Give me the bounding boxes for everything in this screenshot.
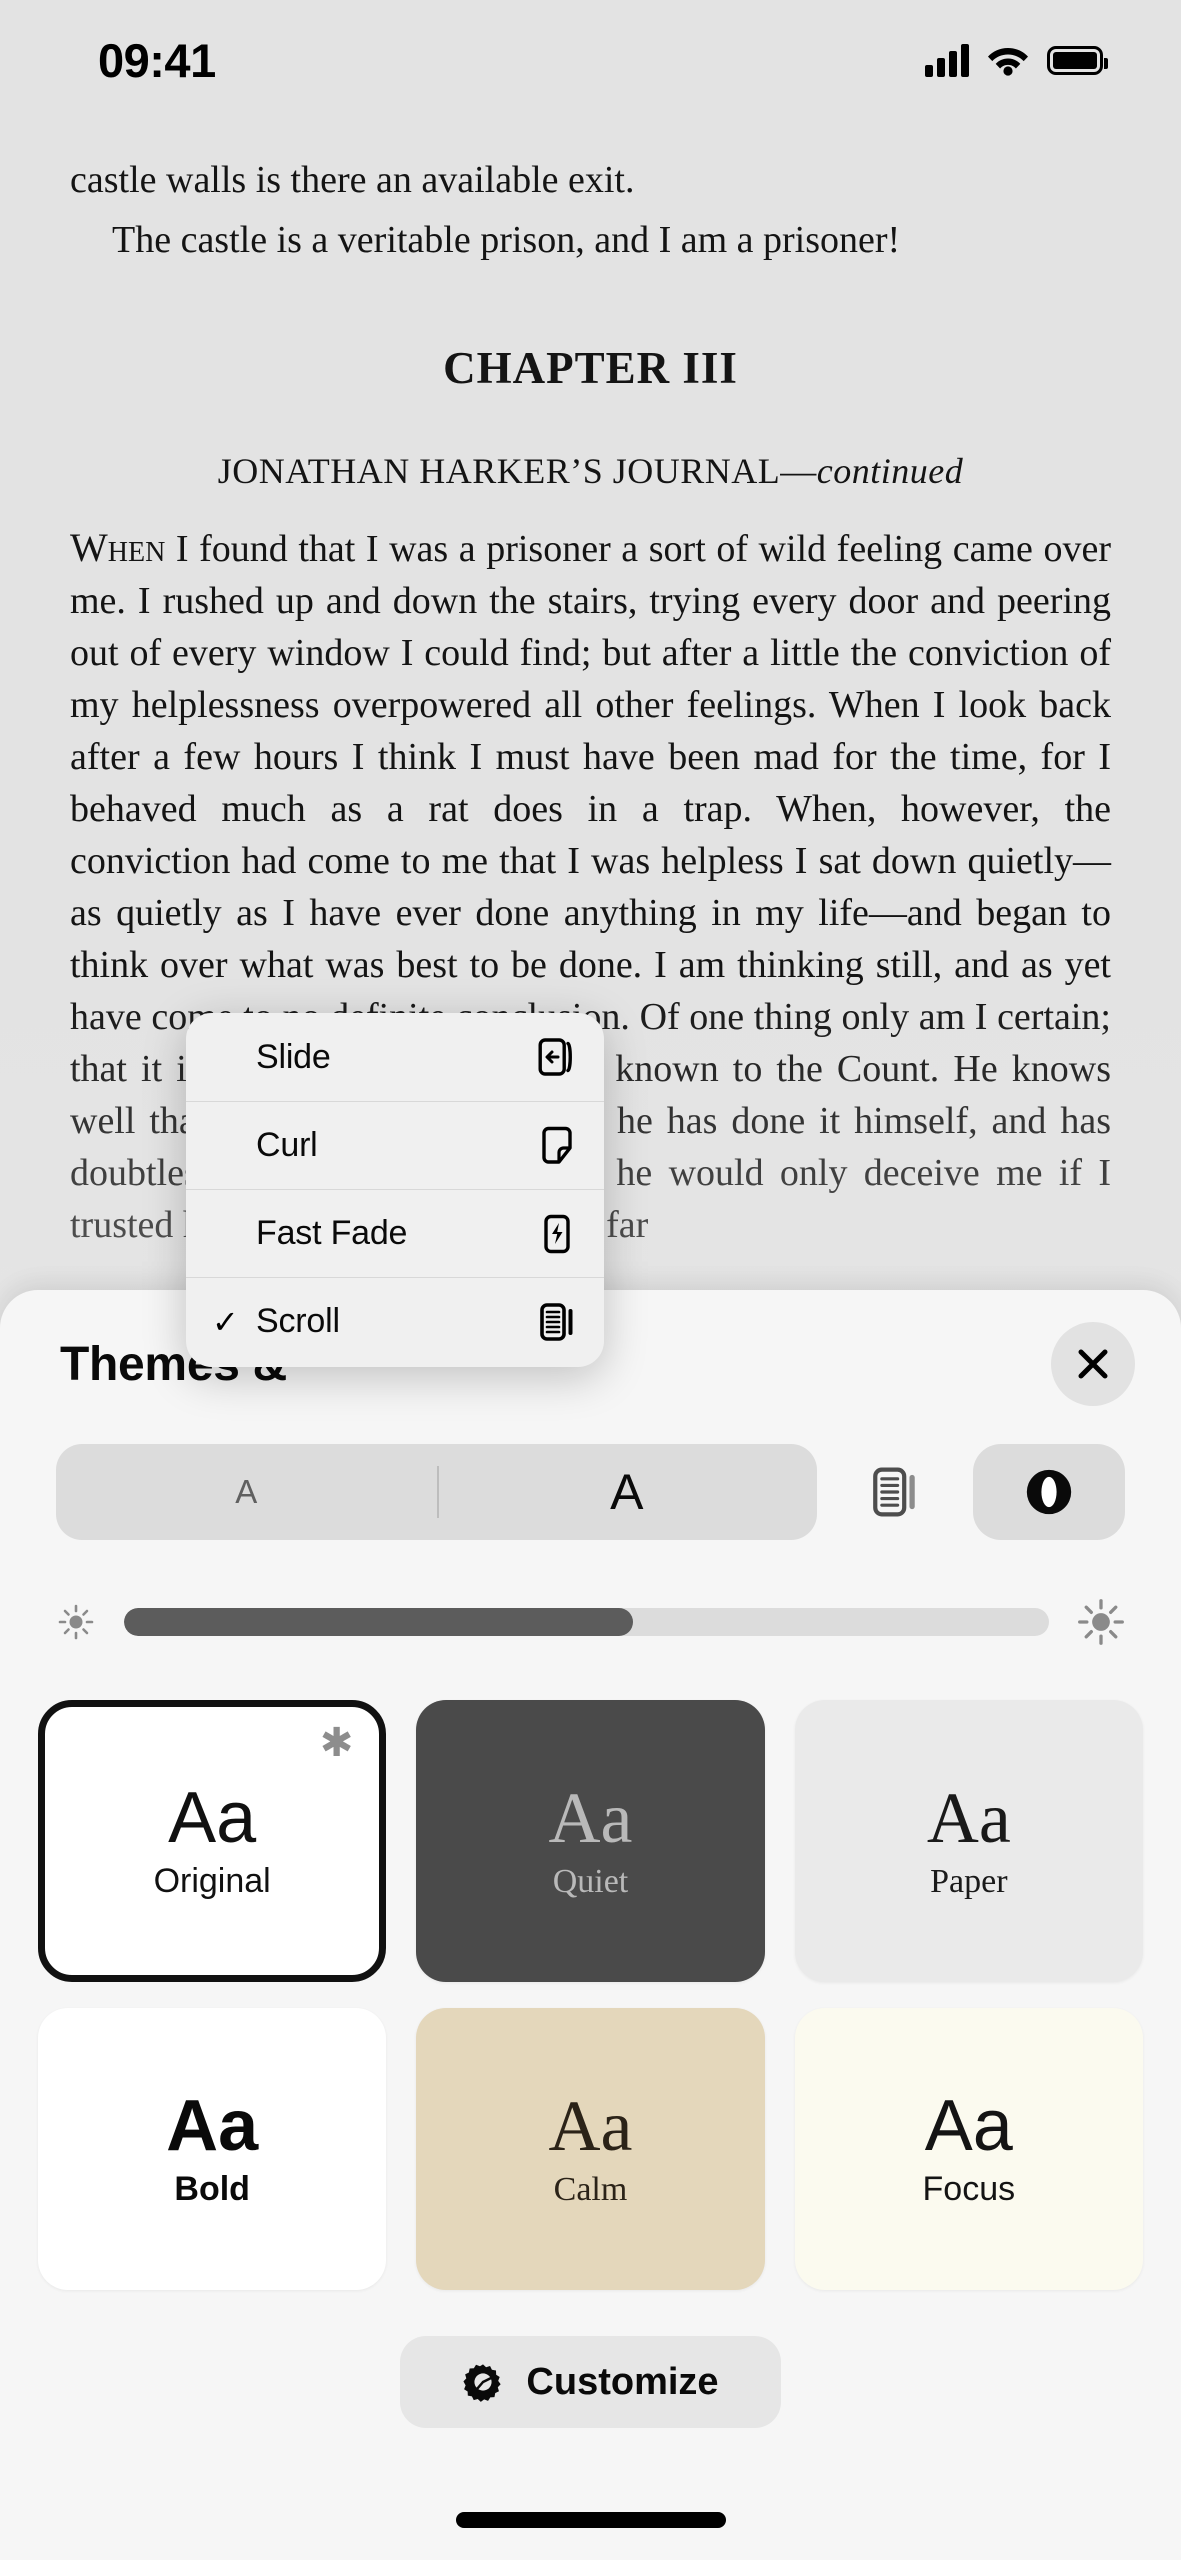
journal-subheading-main: JONATHAN HARKER’S JOURNAL— [217, 451, 817, 491]
theme-card-paper[interactable]: Aa Paper [794, 1700, 1143, 1982]
reader-controls-row: A A [0, 1444, 1181, 1540]
theme-name-label: Focus [922, 2170, 1016, 2209]
menu-item-slide[interactable]: Slide [186, 1013, 604, 1101]
themes-settings-sheet: Themes & A A ✱ Aa Original Aa Quiet Aa P… [0, 1290, 1181, 2560]
signal-bars-icon [925, 43, 969, 77]
menu-item-curl-label: Curl [256, 1126, 318, 1164]
contrast-icon [1026, 1469, 1072, 1515]
contrast-button[interactable] [973, 1444, 1125, 1540]
menu-item-curl-left: Curl [212, 1126, 318, 1165]
journal-subheading-continued: continued [816, 451, 964, 491]
theme-preview-aa: Aa [548, 1778, 633, 1859]
gear-icon [463, 2364, 502, 2402]
theme-card-original[interactable]: ✱ Aa Original [38, 1700, 387, 1982]
customize-row: Customize [0, 2336, 1181, 2428]
theme-card-quiet[interactable]: Aa Quiet [416, 1700, 765, 1982]
home-indicator[interactable] [455, 2512, 726, 2528]
font-size-increase-button[interactable]: A [437, 1444, 818, 1540]
menu-item-fast-fade-label: Fast Fade [256, 1214, 408, 1252]
theme-name-label: Bold [174, 2170, 250, 2209]
book-line-paragraph: The castle is a veritable prison, and I … [112, 219, 901, 261]
page-layout-button[interactable] [839, 1444, 951, 1540]
menu-item-fast-fade-left: Fast Fade [212, 1214, 407, 1253]
sun-large-icon [1078, 1599, 1124, 1645]
scroll-layout-icon [873, 1467, 915, 1517]
book-line-continuation: castle walls is there an available exit. [70, 159, 635, 201]
menu-item-curl[interactable]: Curl [186, 1101, 604, 1189]
customize-button[interactable]: Customize [400, 2336, 781, 2428]
theme-card-bold[interactable]: Aa Bold [38, 2008, 387, 2290]
chapter-heading: CHAPTER III [443, 343, 738, 393]
theme-badge-icon: ✱ [319, 1721, 354, 1765]
paragraph-opening-word: When [70, 525, 166, 570]
menu-item-slide-left: Slide [212, 1038, 331, 1077]
page-slide-icon [536, 1036, 578, 1078]
page-scroll-icon [536, 1301, 578, 1343]
page-fast-fade-icon [536, 1213, 578, 1255]
menu-item-scroll-left: ✓ Scroll [212, 1302, 340, 1341]
wifi-icon [988, 48, 1028, 76]
customize-label: Customize [526, 2360, 719, 2403]
menu-item-fast-fade[interactable]: Fast Fade [186, 1189, 604, 1277]
menu-item-scroll[interactable]: ✓ Scroll [186, 1277, 604, 1365]
brightness-slider-fill [124, 1608, 633, 1636]
close-icon [1078, 1349, 1108, 1379]
brightness-slider[interactable] [124, 1608, 1049, 1636]
theme-card-calm[interactable]: Aa Calm [416, 2008, 765, 2290]
theme-preview-aa: Aa [926, 1778, 1011, 1859]
status-bar-icons [925, 43, 1108, 77]
battery-icon [1047, 45, 1108, 75]
brightness-slider-row [0, 1596, 1181, 1648]
close-button[interactable] [1051, 1322, 1135, 1406]
theme-name-label: Paper [930, 1862, 1008, 1900]
theme-preview-aa: Aa [548, 2086, 633, 2167]
segmented-divider [436, 1466, 439, 1518]
menu-item-scroll-check: ✓ [212, 1303, 239, 1340]
page-transition-menu[interactable]: Slide Curl Fast Fade ✓ Scroll [186, 1013, 604, 1367]
font-size-large-label: A [610, 1464, 644, 1520]
font-size-decrease-button[interactable]: A [56, 1444, 437, 1540]
theme-name-label: Quiet [552, 1862, 629, 1900]
theme-name-label: Original [153, 1862, 271, 1901]
theme-card-focus[interactable]: Aa Focus [794, 2008, 1143, 2290]
font-size-segmented-control[interactable]: A A [56, 1444, 817, 1540]
theme-preview-aa: Aa [924, 2085, 1013, 2166]
sun-small-icon [58, 1604, 94, 1640]
status-bar-clock: 09:41 [98, 33, 216, 87]
font-size-small-label: A [235, 1473, 258, 1510]
menu-item-scroll-label: Scroll [256, 1302, 340, 1340]
theme-grid: ✱ Aa Original Aa Quiet Aa Paper Aa Bold … [0, 1700, 1181, 2290]
theme-name-label: Calm [553, 2170, 628, 2208]
theme-preview-aa: Aa [168, 1777, 257, 1858]
phone-screen: castle walls is there an available exit.… [0, 0, 1181, 2560]
status-bar: 09:41 [0, 0, 1181, 120]
page-curl-icon [536, 1125, 578, 1167]
journal-subheading: JONATHAN HARKER’S JOURNAL—continued [70, 450, 1111, 492]
menu-item-slide-label: Slide [256, 1037, 331, 1076]
theme-preview-aa: Aa [166, 2085, 259, 2166]
